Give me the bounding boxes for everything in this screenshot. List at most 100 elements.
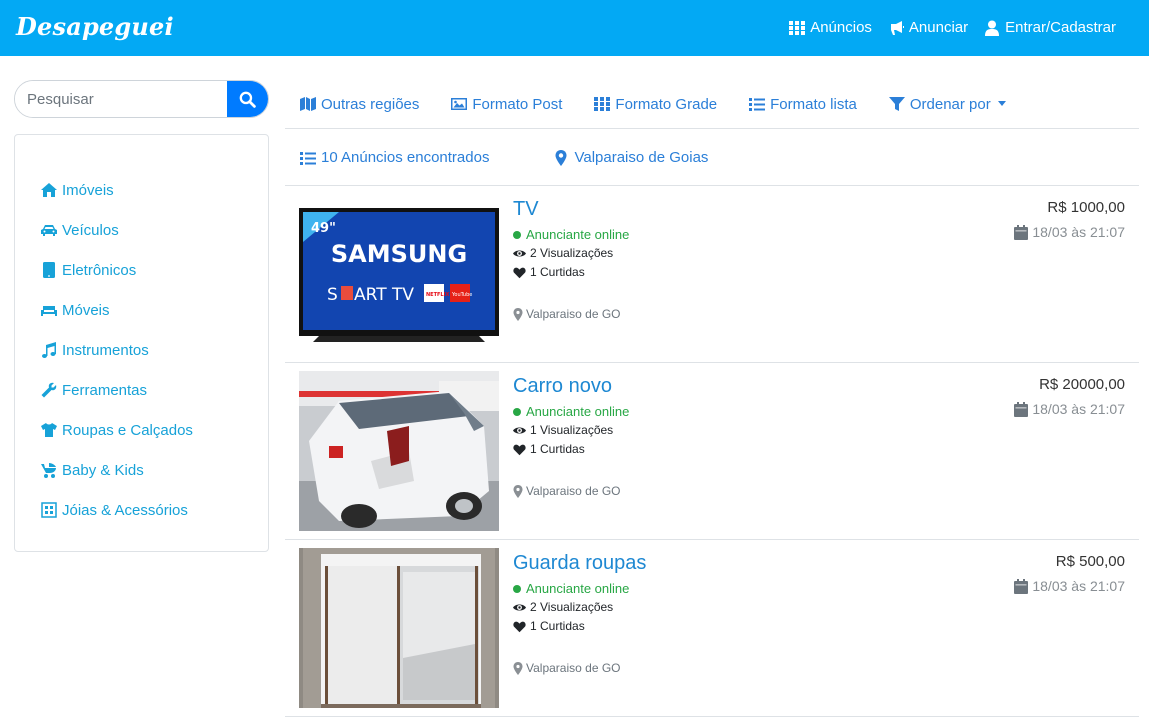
nav-anunciar-label: Anunciar	[908, 19, 969, 36]
nav-login-label: Entrar/Cadastrar	[1005, 19, 1116, 36]
category-item-imoveis[interactable]: Imóveis	[40, 170, 193, 210]
likes-count: 1 Curtidas	[513, 265, 585, 279]
listing-location-label: Valparaiso de GO	[526, 661, 621, 675]
listing-image-tv[interactable]: 49" SAMSUNG S ART TV NETFLIX YouTube	[299, 194, 499, 354]
category-label: Ferramentas	[62, 381, 148, 399]
nav-login-link[interactable]: Entrar/Cadastrar	[984, 19, 1116, 36]
music-icon	[42, 342, 56, 358]
grid-format-link[interactable]: Formato Grade	[594, 96, 717, 113]
results-info-bar: 10 Anúncios encontrados Valparaiso de Go…	[285, 130, 1139, 186]
category-item-instrumentos[interactable]: Instrumentos	[40, 330, 193, 370]
wrench-icon	[41, 382, 57, 398]
listing-toolbar: Outras regiões Formato Post Formato Grad…	[285, 80, 1139, 129]
listing-location: Valparaiso de GO	[513, 484, 621, 498]
map-marker-icon	[513, 307, 523, 321]
couch-icon	[41, 306, 57, 316]
grid-format-label: Formato Grade	[615, 95, 718, 113]
nav-anuncios-link[interactable]: Anúncios	[789, 19, 872, 36]
map-marker-icon	[513, 661, 523, 675]
calendar-icon	[1014, 578, 1029, 594]
listing-item[interactable]: Carro novo Anunciante online 1 Visualiza…	[285, 363, 1139, 540]
search-button[interactable]	[227, 81, 268, 117]
search-input[interactable]	[15, 81, 227, 117]
category-list: Imóveis Veículos Eletrônicos Móveis Inst…	[40, 170, 193, 530]
listing-date-label: 18/03 às 21:07	[1032, 578, 1125, 594]
search-bar	[14, 80, 269, 118]
category-item-roupas[interactable]: Roupas e Calçados	[40, 410, 193, 450]
listing-price: R$ 1000,00	[1047, 199, 1125, 216]
category-label: Veículos	[62, 221, 119, 239]
sort-dropdown[interactable]: Ordenar por	[888, 95, 1006, 113]
top-nav-links: Anúncios Anunciar Entrar/Cadastrar	[789, 19, 1116, 36]
listing-title[interactable]: Carro novo	[513, 375, 612, 398]
filter-icon	[888, 97, 905, 111]
list-icon	[300, 151, 316, 165]
post-format-label: Formato Post	[472, 95, 563, 113]
views-label: 2 Visualizações	[530, 600, 614, 614]
online-dot-icon	[513, 584, 521, 593]
grid-icon	[789, 20, 806, 35]
map-icon	[300, 97, 316, 111]
category-item-joias[interactable]: Jóias & Acessórios	[40, 490, 193, 530]
likes-count: 1 Curtidas	[513, 619, 585, 633]
brand-logo[interactable]: Desapeguei	[16, 12, 174, 41]
listing-image-wardrobe[interactable]	[299, 548, 499, 708]
seller-status-label: Anunciante online	[526, 227, 630, 242]
listing-date: 18/03 às 21:07	[1014, 401, 1125, 417]
seller-status: Anunciante online	[513, 404, 629, 419]
seller-status: Anunciante online	[513, 581, 629, 596]
listing-title[interactable]: Guarda roupas	[513, 552, 646, 575]
list-format-link[interactable]: Formato lista	[749, 96, 857, 113]
listing-location: Valparaiso de GO	[513, 661, 621, 675]
listing-price: R$ 20000,00	[1039, 376, 1125, 393]
category-item-ferramentas[interactable]: Ferramentas	[40, 370, 193, 410]
category-item-veiculos[interactable]: Veículos	[40, 210, 193, 250]
heart-icon	[513, 444, 526, 455]
category-item-eletronicos[interactable]: Eletrônicos	[40, 250, 193, 290]
list-icon	[749, 98, 766, 111]
listing-location-label: Valparaiso de GO	[526, 484, 621, 498]
tablet-icon	[43, 262, 55, 278]
tv-size-badge: 49"	[311, 221, 336, 236]
listing-title[interactable]: TV	[513, 198, 539, 221]
eye-icon	[513, 603, 526, 611]
category-panel: Imóveis Veículos Eletrônicos Móveis Inst…	[14, 134, 269, 552]
bullhorn-icon	[890, 20, 904, 35]
results-location: Valparaiso de Goias	[553, 149, 740, 166]
views-count: 1 Visualizações	[513, 423, 613, 437]
listing-item[interactable]: Guarda roupas Anunciante online 2 Visual…	[285, 540, 1139, 717]
listing-date: 18/03 às 21:07	[1014, 224, 1125, 240]
listing-image-car[interactable]	[299, 371, 499, 531]
listing-location: Valparaiso de GO	[513, 307, 621, 321]
listing-item[interactable]: 49" SAMSUNG S ART TV NETFLIX YouTube TV …	[285, 186, 1139, 363]
car-icon	[41, 225, 57, 236]
other-regions-link[interactable]: Outras regiões	[300, 96, 419, 113]
listing-date: 18/03 às 21:07	[1014, 578, 1125, 594]
tshirt-icon	[41, 423, 57, 437]
calendar-icon	[1014, 224, 1029, 240]
grid-icon	[594, 97, 611, 111]
heart-icon	[513, 267, 526, 278]
user-icon	[985, 20, 1000, 36]
map-marker-icon	[555, 149, 567, 166]
online-dot-icon	[513, 407, 521, 416]
post-format-link[interactable]: Formato Post	[451, 96, 562, 113]
category-label: Roupas e Calçados	[62, 421, 193, 439]
sort-dropdown-label: Ordenar por	[909, 95, 991, 113]
category-label: Baby & Kids	[62, 461, 144, 479]
eye-icon	[513, 249, 526, 257]
online-dot-icon	[513, 230, 521, 239]
results-count-label: 10 Anúncios encontrados	[321, 149, 490, 166]
caret-down-icon	[997, 100, 1006, 106]
seller-status-label: Anunciante online	[526, 581, 630, 596]
search-icon	[239, 91, 256, 108]
category-item-baby-kids[interactable]: Baby & Kids	[40, 450, 193, 490]
category-label: Instrumentos	[62, 341, 149, 359]
likes-label: 1 Curtidas	[530, 442, 585, 456]
likes-label: 1 Curtidas	[530, 265, 585, 279]
image-icon	[451, 98, 468, 110]
results-count: 10 Anúncios encontrados	[300, 149, 521, 166]
calendar-icon	[1014, 401, 1029, 417]
category-item-moveis[interactable]: Móveis	[40, 290, 193, 330]
nav-anunciar-link[interactable]: Anunciar	[888, 19, 968, 36]
